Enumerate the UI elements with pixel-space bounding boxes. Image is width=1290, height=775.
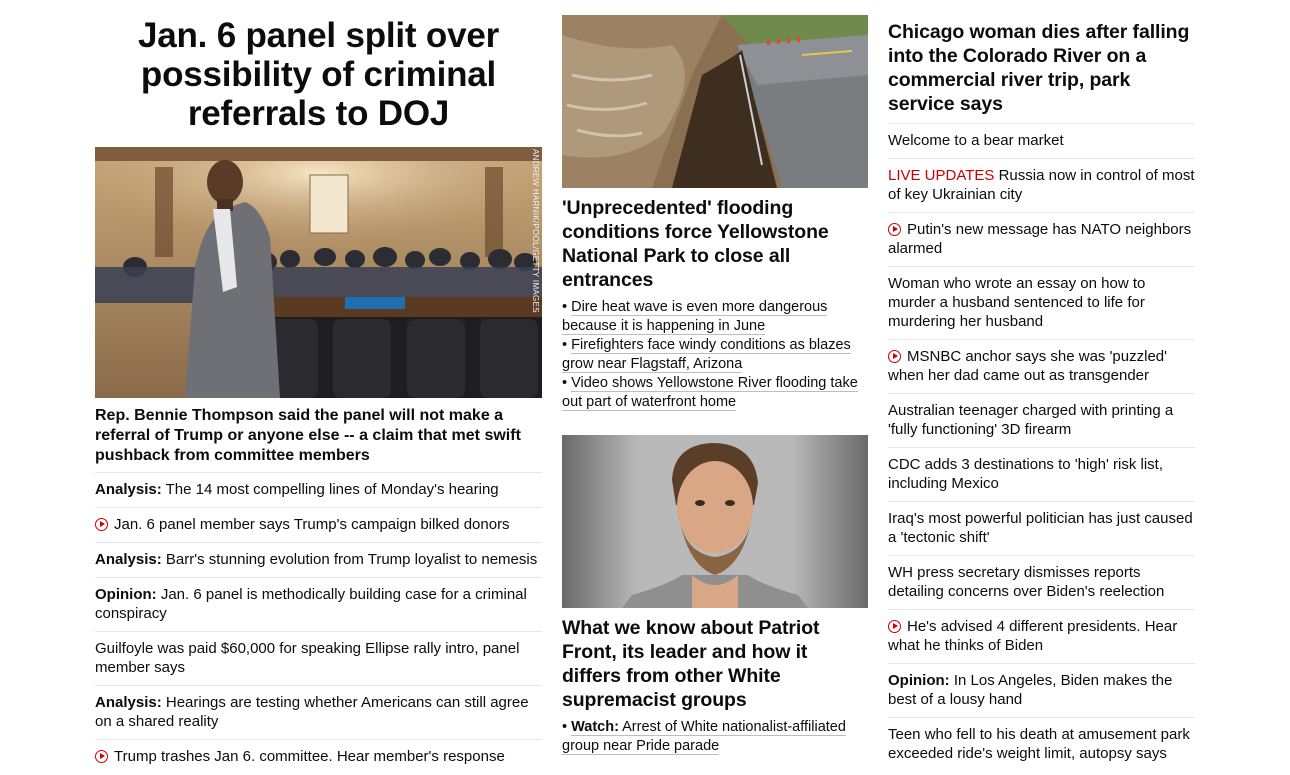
item-prefix: Opinion: xyxy=(95,586,157,603)
lead-headline[interactable]: Jan. 6 panel split over possibility of c… xyxy=(95,16,542,133)
item-text: Putin's new message has NATO neighbors a… xyxy=(888,221,1192,257)
hearing-photo[interactable]: ANDREW HARNIK/POOL/GETTY IMAGES xyxy=(95,147,542,398)
bullet-item[interactable]: • Watch: Arrest of White nationalist-aff… xyxy=(562,718,868,756)
list-item[interactable]: Jan. 6 panel member says Trump's campaig… xyxy=(95,507,542,542)
item-text: Barr's stunning evolution from Trump loy… xyxy=(165,551,538,568)
story-bullets: • Dire heat wave is even more dangerous … xyxy=(562,298,868,412)
column-headline[interactable]: Chicago woman dies after falling into th… xyxy=(888,20,1195,116)
play-icon xyxy=(888,350,901,363)
item-text: Jan. 6 panel member says Trump's campaig… xyxy=(114,516,510,533)
bullet-item[interactable]: • Firefighters face windy conditions as … xyxy=(562,336,868,374)
list-item[interactable]: WH press secretary dismisses reports det… xyxy=(888,555,1195,609)
flood-photo-image xyxy=(562,15,868,188)
item-text: Jan. 6 panel is methodically building ca… xyxy=(95,586,527,622)
list-item[interactable]: Analysis: Hearings are testing whether A… xyxy=(95,685,542,739)
list-item[interactable]: Iraq's most powerful politician has just… xyxy=(888,501,1195,555)
list-item[interactable]: Australian teenager charged with printin… xyxy=(888,393,1195,447)
item-prefix: Opinion: xyxy=(888,672,950,689)
item-prefix: Analysis: xyxy=(95,694,162,711)
item-text: Woman who wrote an essay on how to murde… xyxy=(888,275,1146,330)
list-item[interactable]: Opinion: In Los Angeles, Biden makes the… xyxy=(888,663,1195,717)
list-item[interactable]: Woman who wrote an essay on how to murde… xyxy=(888,266,1195,339)
item-prefix: Analysis: xyxy=(95,551,162,568)
play-icon xyxy=(888,223,901,236)
headline-list: Welcome to a bear market LIVE UPDATES Ru… xyxy=(888,123,1195,771)
play-icon xyxy=(95,518,108,531)
flood-photo[interactable] xyxy=(562,15,868,188)
story-headline[interactable]: What we know about Patriot Front, its le… xyxy=(562,616,868,712)
list-item[interactable]: LIVE UPDATES Russia now in control of mo… xyxy=(888,158,1195,212)
item-text: The 14 most compelling lines of Monday's… xyxy=(165,481,499,498)
item-text: MSNBC anchor says she was 'puzzled' when… xyxy=(888,348,1168,384)
story-bullets: • Watch: Arrest of White nationalist-aff… xyxy=(562,718,868,756)
bullet-item[interactable]: • Dire heat wave is even more dangerous … xyxy=(562,298,868,336)
item-text: Australian teenager charged with printin… xyxy=(888,402,1174,438)
item-text: Welcome to a bear market xyxy=(888,132,1064,149)
bullet-item[interactable]: • Video shows Yellowstone River flooding… xyxy=(562,374,868,412)
right-column: Chicago woman dies after falling into th… xyxy=(888,0,1195,771)
item-text: Iraq's most powerful politician has just… xyxy=(888,510,1193,546)
bullet-prefix: Watch: xyxy=(571,719,619,735)
item-text: Guilfoyle was paid $60,000 for speaking … xyxy=(95,640,520,676)
list-item[interactable]: Opinion: Jan. 6 panel is methodically bu… xyxy=(95,577,542,631)
list-item[interactable]: Analysis: Barr's stunning evolution from… xyxy=(95,542,542,577)
list-item[interactable]: Putin's new message has NATO neighbors a… xyxy=(888,212,1195,266)
item-text: CDC adds 3 destinations to 'high' risk l… xyxy=(888,456,1164,492)
lead-related-list: Analysis: The 14 most compelling lines o… xyxy=(95,472,542,774)
bullet-link[interactable]: Dire heat wave is even more dangerous be… xyxy=(562,299,828,335)
mugshot-photo[interactable] xyxy=(562,435,868,608)
item-text: WH press secretary dismisses reports det… xyxy=(888,564,1165,600)
live-updates-label: LIVE UPDATES xyxy=(888,167,995,184)
list-item[interactable]: Welcome to a bear market xyxy=(888,123,1195,158)
list-item[interactable]: Guilfoyle was paid $60,000 for speaking … xyxy=(95,631,542,685)
list-item[interactable]: Trump trashes Jan 6. committee. Hear mem… xyxy=(95,739,542,774)
mugshot-photo-image xyxy=(562,435,868,608)
play-icon xyxy=(888,620,901,633)
story-headline[interactable]: 'Unprecedented' flooding conditions forc… xyxy=(562,196,868,292)
item-prefix: Analysis: xyxy=(95,481,162,498)
lead-caption-headline[interactable]: Rep. Bennie Thompson said the panel will… xyxy=(95,406,542,466)
middle-column: 'Unprecedented' flooding conditions forc… xyxy=(562,0,868,756)
item-text: He's advised 4 different presidents. Hea… xyxy=(888,618,1178,654)
photo-credit: ANDREW HARNIK/POOL/GETTY IMAGES xyxy=(531,149,540,313)
list-item[interactable]: Teen who fell to his death at amusement … xyxy=(888,717,1195,771)
list-item[interactable]: Analysis: The 14 most compelling lines o… xyxy=(95,472,542,507)
bullet-link[interactable]: Firefighters face windy conditions as bl… xyxy=(562,337,851,373)
hearing-photo-image xyxy=(95,147,542,398)
bullet-link[interactable]: Watch: Arrest of White nationalist-affil… xyxy=(562,719,846,755)
lead-column: Jan. 6 panel split over possibility of c… xyxy=(95,0,542,774)
bullet-link[interactable]: Video shows Yellowstone River flooding t… xyxy=(562,375,858,411)
play-icon xyxy=(95,750,108,763)
list-item[interactable]: CDC adds 3 destinations to 'high' risk l… xyxy=(888,447,1195,501)
list-item[interactable]: He's advised 4 different presidents. Hea… xyxy=(888,609,1195,663)
list-item[interactable]: MSNBC anchor says she was 'puzzled' when… xyxy=(888,339,1195,393)
item-text: Teen who fell to his death at amusement … xyxy=(888,726,1190,762)
item-text: Trump trashes Jan 6. committee. Hear mem… xyxy=(114,748,505,765)
